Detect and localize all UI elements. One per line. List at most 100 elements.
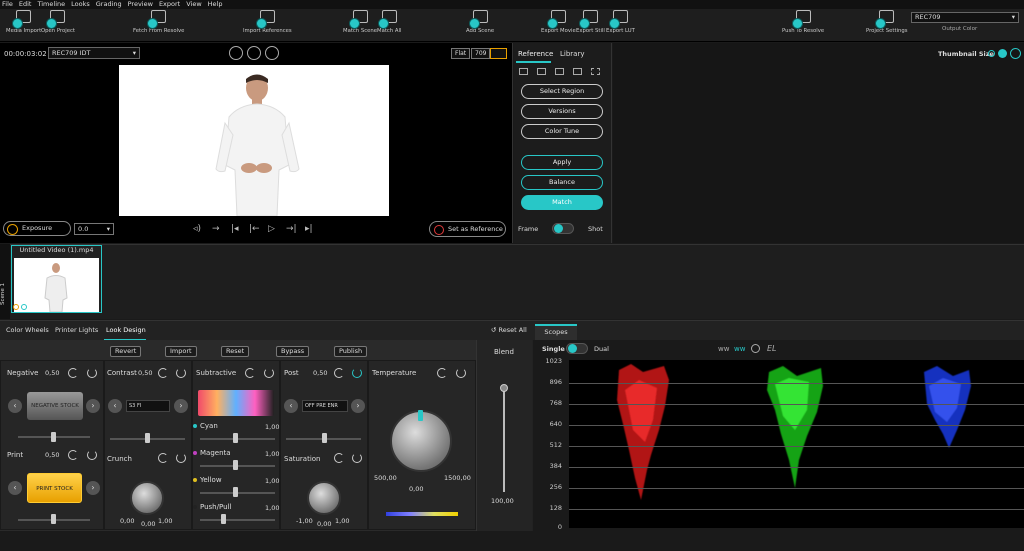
add-scene-button[interactable]: Add Scene (466, 10, 494, 34)
match-all-button[interactable]: Match All (377, 10, 401, 34)
layout-overlay-icon[interactable] (555, 68, 564, 75)
magenta-slider-handle[interactable] (233, 460, 238, 470)
tab-reference[interactable]: Reference (518, 50, 553, 58)
waveform-icon[interactable]: ww (718, 345, 729, 353)
temperature-link-icon[interactable] (456, 368, 466, 378)
saturation-knob[interactable] (307, 481, 341, 515)
exposure-value-select[interactable]: 0.0 (74, 223, 114, 235)
negative-slider-handle[interactable] (51, 432, 56, 442)
el-button[interactable]: EL (767, 344, 777, 353)
single-dual-toggle[interactable] (566, 343, 588, 354)
print-stock-button[interactable]: PRINT STOCK (27, 473, 82, 503)
frame-shot-toggle[interactable] (552, 223, 574, 234)
project-settings-button[interactable]: Project Settings (866, 10, 908, 34)
import-references-button[interactable]: Import References (243, 10, 292, 34)
menu-view[interactable]: View (186, 0, 201, 9)
match-button[interactable]: Match (521, 195, 603, 210)
menu-grading[interactable]: Grading (96, 0, 122, 9)
post-link-icon[interactable] (352, 368, 362, 378)
output-color-select[interactable]: REC709 (911, 12, 1019, 23)
exposure-button[interactable]: Exposure (3, 221, 71, 236)
push-to-resolve-button[interactable]: Push To Resolve (782, 10, 824, 34)
view-circle-icon[interactable] (229, 46, 243, 60)
bypass-button[interactable]: Bypass (276, 346, 310, 357)
parade-icon[interactable]: ww (734, 345, 745, 353)
select-region-button[interactable]: Select Region (521, 84, 603, 99)
crunch-link-icon[interactable] (176, 453, 186, 463)
post-slider-handle[interactable] (322, 433, 327, 443)
menu-looks[interactable]: Looks (71, 0, 90, 9)
post-next-icon[interactable]: › (351, 399, 365, 413)
print-next-icon[interactable]: › (86, 481, 100, 495)
negative-next-icon[interactable]: › (86, 399, 100, 413)
negative-prev-icon[interactable]: ‹ (8, 399, 22, 413)
color-mode-icon[interactable] (490, 48, 507, 59)
match-scene-button[interactable]: Match Scene (343, 10, 377, 34)
print-reset-icon[interactable] (68, 450, 78, 460)
export-lut-button[interactable]: Export LUT (606, 10, 635, 34)
pushpull-slider-handle[interactable] (221, 514, 226, 524)
fetch-from-resolve-button[interactable]: Fetch From Resolve (133, 10, 184, 34)
crunch-knob[interactable] (130, 481, 164, 515)
thumbnail-large-option[interactable] (1010, 48, 1021, 59)
revert-button[interactable]: Revert (110, 346, 142, 357)
versions-button[interactable]: Versions (521, 104, 603, 119)
contrast-curve-select[interactable]: S3 FI (126, 400, 170, 412)
reset-all-button[interactable]: ↺ Reset All (491, 326, 527, 334)
menu-edit[interactable]: Edit (19, 0, 32, 9)
negative-reset-icon[interactable] (68, 368, 78, 378)
volume-icon[interactable]: ◃) (193, 224, 201, 234)
print-prev-icon[interactable]: ‹ (8, 481, 22, 495)
contrast-slider-handle[interactable] (145, 433, 150, 443)
tab-printer-lights[interactable]: Printer Lights (55, 326, 98, 334)
balance-button[interactable]: Balance (521, 175, 603, 190)
thumbnail-medium-option[interactable] (998, 49, 1007, 58)
expand-icon[interactable] (591, 68, 600, 75)
crunch-reset-icon[interactable] (158, 453, 168, 463)
contrast-link-icon[interactable] (176, 368, 186, 378)
prev-frame-icon[interactable]: |← (249, 224, 260, 234)
menu-timeline[interactable]: Timeline (37, 0, 65, 9)
export-still-button[interactable]: Export Still (576, 10, 605, 34)
import-button[interactable]: Import (165, 346, 197, 357)
pushpull-slider[interactable] (200, 519, 275, 521)
menu-preview[interactable]: Preview (128, 0, 153, 9)
idt-select[interactable]: REC709 IDT (48, 47, 140, 59)
menu-file[interactable]: File (2, 0, 13, 9)
blend-slider-handle[interactable] (500, 384, 508, 392)
skip-start-icon[interactable]: |◂ (231, 224, 239, 234)
subtractive-link-icon[interactable] (264, 368, 274, 378)
tab-color-wheels[interactable]: Color Wheels (6, 326, 49, 334)
tab-scopes[interactable]: Scopes (535, 324, 577, 340)
view-moon-icon[interactable] (265, 46, 279, 60)
open-project-button[interactable]: Open Project (41, 10, 75, 34)
forward-arrow-icon[interactable]: → (212, 224, 220, 234)
publish-button[interactable]: Publish (334, 346, 368, 357)
contrast-prev-icon[interactable]: ‹ (108, 399, 122, 413)
subtractive-reset-icon[interactable] (245, 368, 255, 378)
next-frame-icon[interactable]: →| (286, 224, 297, 234)
contrast-next-icon[interactable]: › (174, 399, 188, 413)
play-icon[interactable]: ▷ (268, 224, 275, 234)
temperature-reset-icon[interactable] (437, 368, 447, 378)
print-link-icon[interactable] (87, 450, 97, 460)
post-prev-icon[interactable]: ‹ (284, 399, 298, 413)
menu-help[interactable]: Help (208, 0, 223, 9)
tab-library[interactable]: Library (560, 50, 584, 58)
blend-slider[interactable] (503, 388, 505, 492)
set-as-reference-button[interactable]: Set as Reference (429, 221, 506, 237)
print-slider-handle[interactable] (51, 514, 56, 524)
layout-single-icon[interactable] (519, 68, 528, 75)
scene-strip[interactable] (0, 244, 10, 319)
skip-end-icon[interactable]: ▸| (305, 224, 313, 234)
reset-button[interactable]: Reset (221, 346, 250, 357)
vectorscope-icon[interactable] (751, 344, 760, 353)
negative-link-icon[interactable] (87, 368, 97, 378)
layout-grid-icon[interactable] (573, 68, 582, 75)
contrast-reset-icon[interactable] (158, 368, 168, 378)
media-import-button[interactable]: Media Import (6, 10, 41, 34)
saturation-link-icon[interactable] (352, 453, 362, 463)
negative-stock-button[interactable]: NEGATIVE STOCK (27, 392, 83, 420)
apply-button[interactable]: Apply (521, 155, 603, 170)
saturation-reset-icon[interactable] (334, 453, 344, 463)
